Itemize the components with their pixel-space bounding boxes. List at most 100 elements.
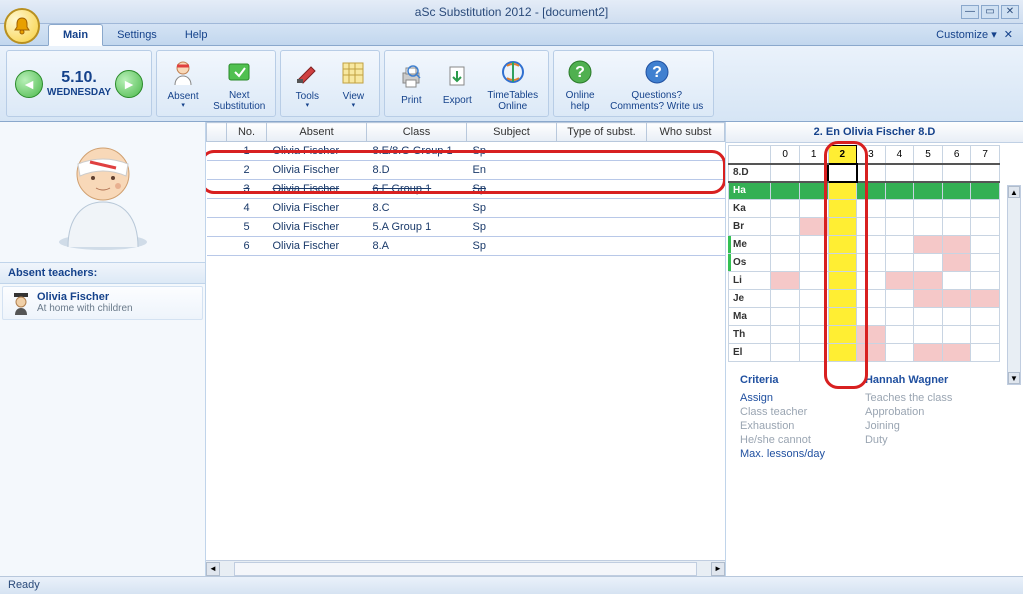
tt-row[interactable]: Li <box>729 272 1000 290</box>
tab-settings[interactable]: Settings <box>103 25 171 45</box>
tt-cell[interactable] <box>971 218 1000 236</box>
tt-cell[interactable] <box>885 272 914 290</box>
criteria-assign[interactable]: Assign <box>740 392 825 404</box>
period-header[interactable]: 5 <box>914 146 943 164</box>
substitution-grid[interactable]: No. Absent Class Subject Type of subst. … <box>206 122 725 256</box>
tt-cell[interactable] <box>885 218 914 236</box>
tab-help[interactable]: Help <box>171 25 222 45</box>
tt-cell[interactable] <box>857 344 886 362</box>
col-who[interactable]: Who subst <box>647 123 725 142</box>
absent-button[interactable]: Absent▾ <box>163 55 203 112</box>
print-button[interactable]: Print <box>391 59 431 108</box>
tt-cell[interactable] <box>971 326 1000 344</box>
tt-cell[interactable] <box>799 326 828 344</box>
tt-cell[interactable] <box>914 290 943 308</box>
tt-cell[interactable] <box>857 326 886 344</box>
table-row[interactable]: 5Olivia Fischer5.A Group 1Sp <box>207 218 725 237</box>
tt-cell[interactable] <box>971 182 1000 200</box>
tt-cell[interactable] <box>799 200 828 218</box>
tt-cell[interactable] <box>828 272 857 290</box>
tt-cell[interactable] <box>828 218 857 236</box>
period-header[interactable]: 4 <box>885 146 914 164</box>
tt-cell[interactable] <box>942 272 971 290</box>
col-absent[interactable]: Absent <box>267 123 367 142</box>
tt-cell[interactable] <box>885 308 914 326</box>
tt-row[interactable]: El <box>729 344 1000 362</box>
tt-cell[interactable] <box>857 254 886 272</box>
vertical-scrollbar[interactable]: ▲ ▼ <box>1007 185 1021 385</box>
tt-cell[interactable] <box>799 272 828 290</box>
tt-cell[interactable] <box>828 254 857 272</box>
tt-row[interactable]: Me <box>729 236 1000 254</box>
scroll-down-button[interactable]: ▼ <box>1008 372 1020 384</box>
tt-cell[interactable] <box>799 254 828 272</box>
tt-cell[interactable] <box>885 254 914 272</box>
tt-cell[interactable] <box>914 200 943 218</box>
tt-cell[interactable] <box>771 308 800 326</box>
tt-cell[interactable] <box>914 218 943 236</box>
next-substitution-button[interactable]: Next Substitution <box>209 54 269 114</box>
tt-row[interactable]: Ha <box>729 182 1000 200</box>
tt-cell[interactable] <box>885 290 914 308</box>
tt-cell[interactable] <box>857 236 886 254</box>
online-help-button[interactable]: ? Online help <box>560 54 600 114</box>
tt-cell[interactable] <box>857 200 886 218</box>
table-row[interactable]: 3Olivia Fischer6.F Group 1Sp <box>207 180 725 199</box>
tt-cell[interactable] <box>885 182 914 200</box>
tt-cell[interactable] <box>857 308 886 326</box>
close-button[interactable]: ✕ <box>1001 5 1019 19</box>
scroll-up-button[interactable]: ▲ <box>1008 186 1020 198</box>
tt-cell[interactable] <box>914 236 943 254</box>
col-subject[interactable]: Subject <box>467 123 557 142</box>
period-header[interactable]: 0 <box>771 146 800 164</box>
view-button[interactable]: View▾ <box>333 55 373 112</box>
tt-cell[interactable] <box>971 272 1000 290</box>
tt-cell[interactable] <box>971 308 1000 326</box>
period-header[interactable]: 1 <box>799 146 828 164</box>
prev-day-button[interactable]: ◄ <box>15 70 43 98</box>
tt-cell[interactable] <box>828 182 857 200</box>
tt-cell[interactable] <box>971 236 1000 254</box>
tt-cell[interactable] <box>971 290 1000 308</box>
tt-cell[interactable] <box>771 290 800 308</box>
tt-cell[interactable] <box>971 254 1000 272</box>
table-row[interactable]: 1Olivia Fischer8.E/8.G Group 1Sp <box>207 142 725 161</box>
col-no[interactable]: No. <box>227 123 267 142</box>
tt-cell[interactable] <box>799 164 828 182</box>
tt-cell[interactable] <box>771 182 800 200</box>
tt-cell[interactable] <box>942 200 971 218</box>
period-header[interactable]: 7 <box>971 146 1000 164</box>
tt-cell[interactable] <box>885 200 914 218</box>
tt-cell[interactable] <box>828 236 857 254</box>
tt-cell[interactable] <box>942 290 971 308</box>
tools-button[interactable]: Tools▾ <box>287 55 327 112</box>
tt-cell[interactable] <box>914 326 943 344</box>
tt-cell[interactable] <box>971 200 1000 218</box>
tt-cell[interactable] <box>771 164 800 182</box>
scroll-right-button[interactable]: ► <box>711 562 725 576</box>
col-gap[interactable] <box>207 123 227 142</box>
col-class[interactable]: Class <box>367 123 467 142</box>
tt-cell[interactable] <box>885 326 914 344</box>
tt-cell[interactable] <box>857 164 886 182</box>
maximize-button[interactable]: ▭ <box>981 5 999 19</box>
timetables-online-button[interactable]: TimeTables Online <box>483 54 542 114</box>
tt-cell[interactable] <box>771 254 800 272</box>
tt-cell[interactable] <box>942 236 971 254</box>
tt-cell[interactable] <box>914 308 943 326</box>
horizontal-scrollbar[interactable]: ◄ ► <box>206 560 725 576</box>
tt-cell[interactable] <box>799 182 828 200</box>
tt-row[interactable]: Os <box>729 254 1000 272</box>
timetable-grid[interactable]: 01234567 8.D HaKaBrMeOsLiJeMaThEl <box>728 145 1000 362</box>
col-type[interactable]: Type of subst. <box>557 123 647 142</box>
tt-cell[interactable] <box>857 182 886 200</box>
tt-cell[interactable] <box>914 164 943 182</box>
table-row[interactable]: 4Olivia Fischer8.CSp <box>207 199 725 218</box>
tt-cell[interactable] <box>971 164 1000 182</box>
app-icon[interactable] <box>4 8 40 44</box>
tt-cell[interactable] <box>942 182 971 200</box>
tt-row[interactable]: Ka <box>729 200 1000 218</box>
next-day-button[interactable]: ► <box>115 70 143 98</box>
period-header[interactable]: 2 <box>828 146 857 164</box>
tt-cell[interactable] <box>771 236 800 254</box>
